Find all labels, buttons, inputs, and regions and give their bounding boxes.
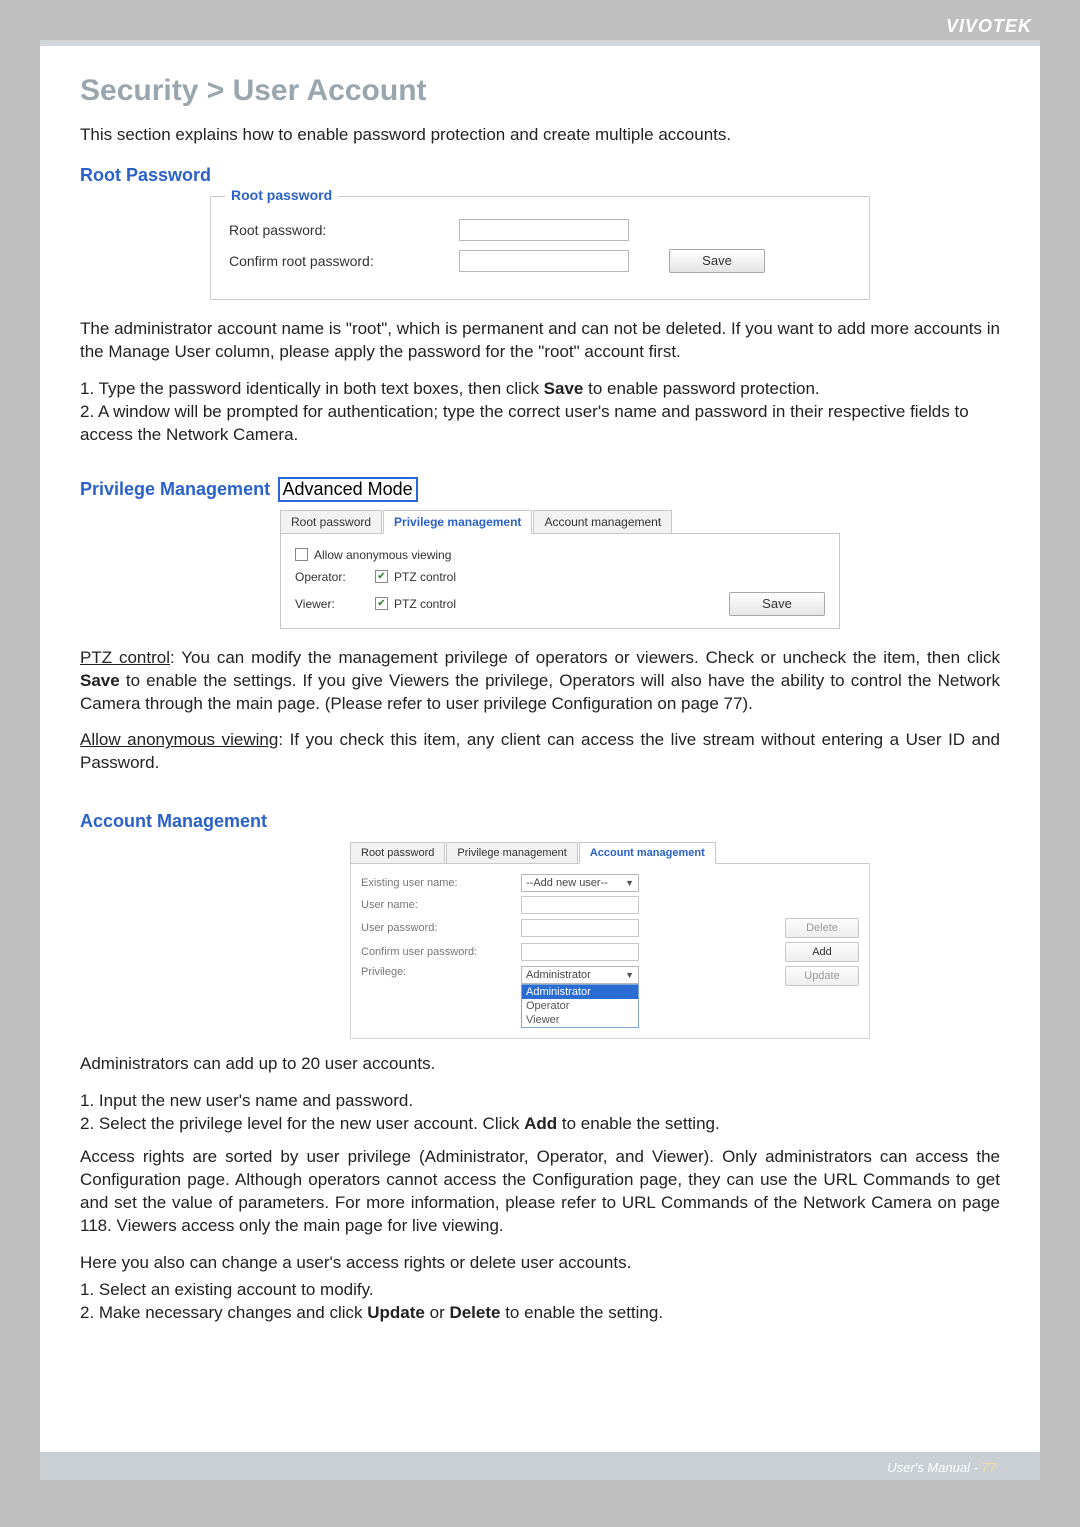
viewer-label: Viewer:: [295, 597, 375, 611]
acct-tab-privilege[interactable]: Privilege management: [446, 842, 577, 863]
privilege-save-button[interactable]: Save: [729, 592, 825, 616]
confirm-root-pw-input[interactable]: [459, 250, 629, 272]
root-pw-save-button[interactable]: Save: [669, 249, 765, 273]
root-desc: The administrator account name is "root"…: [80, 318, 1000, 364]
operator-label: Operator:: [295, 570, 375, 584]
acct-para2: Access rights are sorted by user privile…: [80, 1146, 1000, 1238]
chevron-down-icon: ▼: [625, 878, 634, 888]
page-title: Security > User Account: [80, 74, 1000, 108]
privilege-dropdown-options: Administrator Operator Viewer: [521, 984, 639, 1028]
root-steps: 1. Type the password identically in both…: [80, 378, 1000, 447]
ptz-control-para: PTZ control: You can modify the manageme…: [80, 647, 1000, 716]
user-name-input[interactable]: [521, 896, 639, 914]
operator-ptz-label: PTZ control: [394, 570, 456, 584]
acct-steps1: 1. Input the new user's name and passwor…: [80, 1090, 1000, 1136]
user-name-label: User name:: [361, 899, 521, 911]
privilege-option-operator[interactable]: Operator: [522, 999, 638, 1013]
delete-button[interactable]: Delete: [785, 918, 859, 938]
existing-user-label: Existing user name:: [361, 877, 521, 889]
confirm-password-input[interactable]: [521, 943, 639, 961]
allow-anon-para: Allow anonymous viewing: If you check th…: [80, 729, 1000, 775]
acct-para3: Here you also can change a user's access…: [80, 1252, 1000, 1275]
acct-tab-root[interactable]: Root password: [350, 842, 445, 863]
acct-tab-account[interactable]: Account management: [579, 842, 716, 864]
operator-ptz-checkbox[interactable]: ✔: [375, 570, 388, 583]
footer-text: User's Manual - 77: [887, 1460, 996, 1475]
account-panel: Root password Privilege management Accou…: [350, 842, 870, 1039]
confirm-password-label: Confirm user password:: [361, 946, 521, 958]
root-pw-label: Root password:: [229, 222, 459, 238]
viewer-ptz-checkbox[interactable]: ✔: [375, 597, 388, 610]
existing-user-dropdown[interactable]: --Add new user--▼: [521, 874, 639, 892]
privilege-option-admin[interactable]: Administrator: [522, 985, 638, 999]
root-password-panel: Root password Root password: Confirm roo…: [210, 196, 870, 300]
privilege-option-viewer[interactable]: Viewer: [522, 1013, 638, 1027]
tab-privilege-management[interactable]: Privilege management: [383, 510, 532, 534]
allow-anon-label: Allow anonymous viewing: [314, 548, 451, 562]
brand-label: VIVOTEK: [946, 16, 1032, 37]
intro-text: This section explains how to enable pass…: [80, 124, 1000, 147]
viewer-ptz-label: PTZ control: [394, 597, 456, 611]
privilege-label: Privilege:: [361, 966, 521, 978]
privilege-dropdown[interactable]: Administrator▼: [521, 966, 639, 984]
user-password-input[interactable]: [521, 919, 639, 937]
root-password-legend: Root password: [225, 187, 338, 203]
confirm-root-pw-label: Confirm root password:: [229, 253, 459, 269]
add-button[interactable]: Add: [785, 942, 859, 962]
account-heading: Account Management: [80, 811, 267, 832]
acct-steps2: 1. Select an existing account to modify.…: [80, 1279, 1000, 1325]
allow-anon-checkbox[interactable]: [295, 548, 308, 561]
acct-para1: Administrators can add up to 20 user acc…: [80, 1053, 1000, 1076]
privilege-panel: Root password Privilege management Accou…: [280, 510, 840, 629]
privilege-heading: Privilege Management: [80, 479, 270, 499]
user-password-label: User password:: [361, 922, 521, 934]
root-password-heading: Root Password: [80, 165, 1000, 186]
advanced-mode-badge: Advanced Mode: [278, 477, 418, 502]
update-button[interactable]: Update: [785, 966, 859, 986]
tab-root-password[interactable]: Root password: [280, 510, 382, 533]
root-pw-input[interactable]: [459, 219, 629, 241]
chevron-down-icon: ▼: [625, 970, 634, 980]
tab-account-management[interactable]: Account management: [533, 510, 672, 533]
